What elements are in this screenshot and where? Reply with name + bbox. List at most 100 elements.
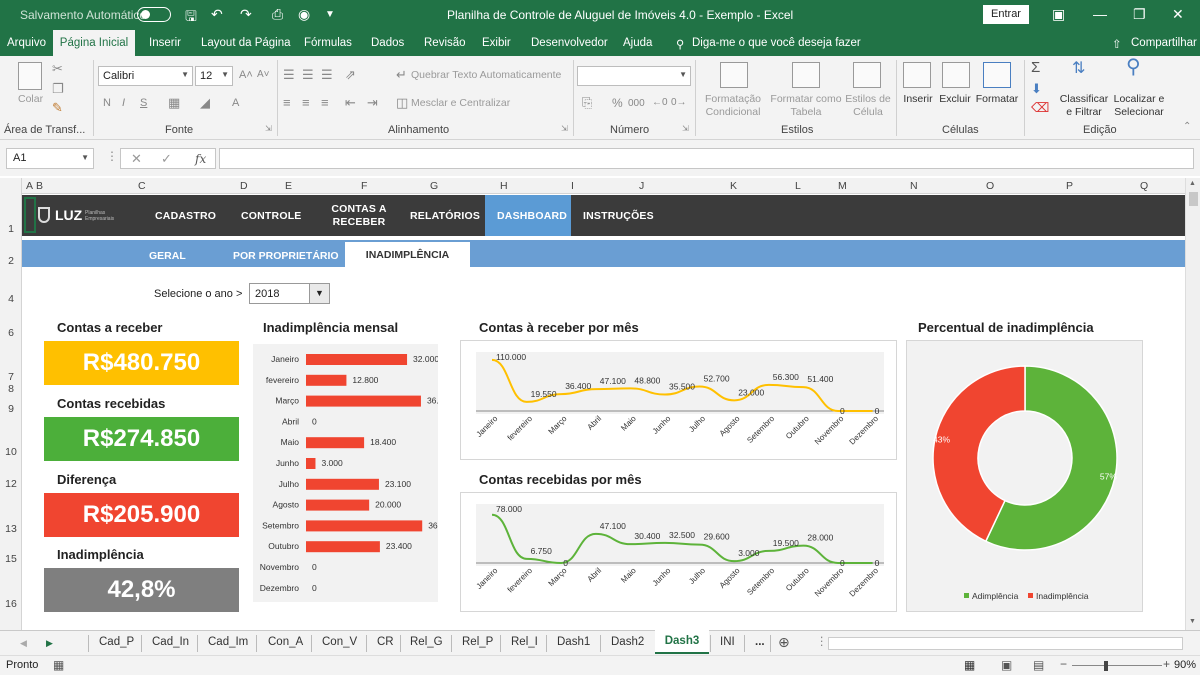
tab-arquivo[interactable]: Arquivo — [7, 37, 46, 49]
signin-button[interactable]: Entrar — [983, 5, 1029, 24]
add-sheet-icon[interactable]: ⊕ — [778, 634, 790, 651]
tab-inserir[interactable]: Inserir — [149, 37, 181, 49]
cell-styles-button[interactable]: Estilos de Célula — [844, 93, 892, 119]
scroll-up-icon[interactable]: ▲ — [1189, 180, 1196, 187]
nav-controle[interactable]: CONTROLE — [241, 210, 302, 222]
tell-me-input[interactable]: Diga-me o que você deseja fazer — [692, 37, 861, 49]
redo-icon[interactable]: ↷ — [240, 6, 252, 23]
insert-cells-button[interactable]: Inserir — [900, 93, 936, 106]
cancel-icon[interactable]: ✕ — [131, 151, 142, 167]
conditional-format-button[interactable]: Formatação Condicional — [699, 93, 767, 119]
align-top-icon[interactable]: ☰ — [283, 68, 295, 82]
zoom-slider-thumb[interactable] — [1104, 661, 1108, 671]
clear-icon[interactable]: ⌫ — [1031, 101, 1049, 115]
column-header[interactable]: A — [26, 180, 33, 192]
font-size-select[interactable]: 12 ▼ — [195, 66, 233, 86]
row-header[interactable]: 16 — [0, 598, 22, 610]
bold-button[interactable]: N — [103, 96, 111, 110]
row-header[interactable]: 9 — [0, 403, 22, 415]
sheet-tab-cadin[interactable]: Cad_In — [152, 636, 189, 648]
next-sheet-icon[interactable]: ▶ — [46, 638, 53, 649]
font-name-select[interactable]: Calibri ▼ — [98, 66, 193, 86]
tab-pagina-inicial[interactable]: Página Inicial — [53, 30, 135, 56]
zoom-slider[interactable] — [1072, 665, 1162, 666]
decrease-indent-icon[interactable]: ⇤ — [345, 96, 356, 110]
print-preview-icon[interactable]: ⎙ — [272, 6, 283, 23]
align-bottom-icon[interactable]: ☰ — [321, 68, 333, 82]
row-header[interactable]: 1 — [0, 223, 22, 235]
sheet-tab-cadim[interactable]: Cad_Im — [208, 636, 248, 648]
shrink-font-icon[interactable]: A˅ — [257, 68, 270, 82]
column-header[interactable]: G — [430, 180, 438, 192]
horizontal-scrollbar[interactable] — [828, 637, 1183, 650]
sheet-tab-dash1[interactable]: Dash1 — [557, 636, 590, 648]
column-header[interactable]: O — [986, 180, 994, 192]
prev-sheet-icon[interactable]: ◀ — [20, 638, 27, 649]
column-header[interactable]: L — [795, 180, 801, 192]
borders-icon[interactable]: ▦ — [168, 96, 180, 110]
increase-decimal-icon[interactable]: ←0 — [652, 96, 668, 110]
column-header[interactable]: B — [36, 180, 43, 192]
tab-layout[interactable]: Layout da Página — [201, 37, 291, 49]
cut-icon[interactable]: ✂ — [52, 62, 63, 76]
macro-record-icon[interactable]: ▦ — [53, 658, 64, 672]
sheet-tab-relg[interactable]: Rel_G — [410, 636, 443, 648]
format-cells-button[interactable]: Formatar — [973, 93, 1021, 106]
delete-cells-button[interactable]: Excluir — [937, 93, 973, 106]
nav-dashboard[interactable]: DASHBOARD — [485, 195, 571, 236]
tab-formulas[interactable]: Fórmulas — [304, 37, 352, 49]
normal-view-icon[interactable]: ▦ — [964, 658, 975, 672]
vertical-scrollbar[interactable]: ▲ ▼ — [1185, 178, 1200, 630]
sheet-tab-relp[interactable]: Rel_P — [462, 636, 493, 648]
sheet-tab-ini[interactable]: INI — [720, 636, 735, 648]
find-select-button[interactable]: Localizar e Selecionar — [1111, 93, 1167, 119]
row-header[interactable]: 7 — [0, 371, 22, 383]
column-header[interactable]: J — [639, 180, 644, 192]
column-header[interactable]: P — [1066, 180, 1073, 192]
dialog-launcher-icon[interactable]: ⇲ — [265, 122, 272, 136]
underline-button[interactable]: S — [140, 96, 147, 110]
thousands-button[interactable]: 000 — [628, 97, 645, 111]
currency-icon[interactable]: ⎘ — [582, 96, 592, 110]
tab-dados[interactable]: Dados — [371, 37, 404, 49]
format-painter-icon[interactable]: ✎ — [52, 101, 63, 115]
align-middle-icon[interactable]: ☰ — [302, 68, 314, 82]
align-left-icon[interactable]: ≡ — [283, 96, 291, 110]
row-header[interactable]: 2 — [0, 255, 22, 267]
subtab-inadimplencia[interactable]: INADIMPLÊNCIA — [345, 242, 470, 267]
copy-icon[interactable]: ❐ — [52, 82, 64, 96]
nav-cadastro[interactable]: CADASTRO — [155, 210, 216, 222]
column-header[interactable]: F — [361, 180, 367, 192]
italic-button[interactable]: I — [122, 96, 125, 110]
column-header[interactable]: D — [240, 180, 248, 192]
column-header[interactable]: M — [838, 180, 847, 192]
row-header[interactable]: 6 — [0, 327, 22, 339]
active-cell-a1[interactable] — [24, 197, 36, 233]
align-center-icon[interactable]: ≡ — [302, 96, 310, 110]
column-header[interactable]: K — [730, 180, 737, 192]
paste-icon[interactable] — [18, 62, 42, 90]
nav-contas-a-receber[interactable]: CONTAS A RECEBER — [328, 203, 390, 229]
save-icon[interactable]: 🖫 — [185, 6, 197, 30]
wrap-text-icon[interactable]: ↵ — [396, 68, 407, 82]
autosave-toggle[interactable] — [137, 7, 171, 22]
sheet-tab-reli[interactable]: Rel_I — [511, 636, 538, 648]
scrollbar-thumb[interactable] — [1189, 192, 1198, 206]
subtab-por-proprietario[interactable]: POR PROPRIETÁRIO — [233, 250, 339, 262]
tab-revisao[interactable]: Revisão — [424, 37, 466, 49]
merge-icon[interactable]: ◫ — [396, 96, 408, 110]
increase-indent-icon[interactable]: ⇥ — [367, 96, 378, 110]
sheet-tab-cadp[interactable]: Cad_P — [99, 636, 134, 648]
zoom-out-icon[interactable]: − — [1060, 657, 1067, 671]
column-header[interactable]: Q — [1140, 180, 1148, 192]
subtab-geral[interactable]: GERAL — [149, 250, 186, 262]
formula-input[interactable] — [219, 148, 1194, 169]
sheet-tab-dash2[interactable]: Dash2 — [611, 636, 644, 648]
fill-color-icon[interactable]: ◢ — [200, 96, 210, 110]
page-layout-view-icon[interactable]: ▣ — [1001, 658, 1012, 672]
page-break-view-icon[interactable]: ▤ — [1033, 658, 1044, 672]
sheet-tab-cona[interactable]: Con_A — [268, 636, 303, 648]
grow-font-icon[interactable]: A˄ — [239, 68, 253, 82]
row-header[interactable]: 10 — [0, 446, 22, 458]
name-box[interactable]: A1 ▼ — [6, 148, 94, 169]
